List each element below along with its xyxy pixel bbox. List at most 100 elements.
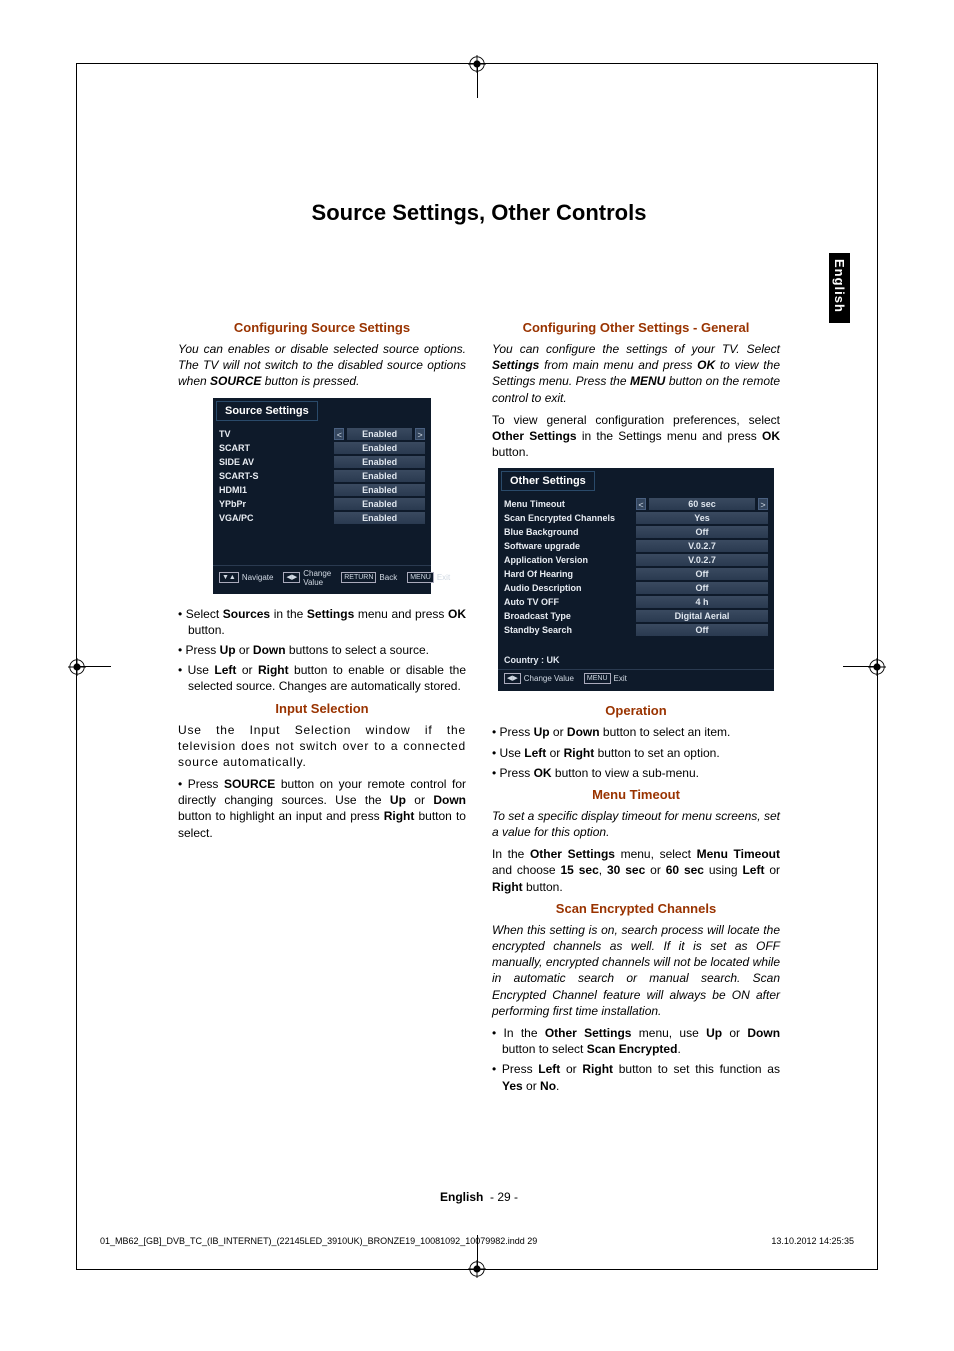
osd-row-value: Off: [636, 568, 768, 580]
osd-other-settings: Other Settings Menu Timeout<60 sec>Scan …: [498, 468, 774, 691]
osd-row-value: Enabled: [347, 428, 412, 440]
osd-footer-key: ◀▶Change Value: [504, 673, 574, 684]
operation-instructions: Press Up or Down button to select an ite…: [492, 724, 780, 781]
registration-mark-icon: [468, 1260, 486, 1278]
page-number: English - 29 -: [178, 1190, 780, 1204]
heading-menu-timeout: Menu Timeout: [492, 787, 780, 802]
heading-input-selection: Input Selection: [178, 701, 466, 716]
osd-row-label: YPbPr: [219, 499, 334, 509]
osd-row-label: VGA/PC: [219, 513, 334, 523]
list-item: Press OK button to view a sub-menu.: [492, 765, 780, 781]
key-icon: RETURN: [341, 572, 376, 583]
osd-value-wrap: <Enabled>: [334, 428, 425, 440]
osd-footer-key: ◀▶Change Value: [283, 569, 331, 587]
osd-country: Country : UK: [498, 651, 774, 669]
osd-row-value: Enabled: [334, 498, 425, 510]
timeout-intro: To set a specific display timeout for me…: [492, 808, 780, 840]
osd-row-label: HDMI1: [219, 485, 334, 495]
osd-value-wrap: V.0.2.7: [636, 540, 768, 552]
osd-row-value: V.0.2.7: [636, 540, 768, 552]
chevron-right-icon: >: [415, 428, 425, 440]
osd-row-label: Hard Of Hearing: [504, 569, 636, 579]
list-item: Press Left or Right button to set this f…: [492, 1061, 780, 1093]
list-item: Use Left or Right button to set an optio…: [492, 745, 780, 761]
osd-footer-label: Back: [379, 573, 397, 582]
list-item: In the Other Settings menu, use Up or Do…: [492, 1025, 780, 1057]
registration-mark-icon: [868, 658, 886, 676]
osd-value-wrap: Enabled: [334, 442, 425, 454]
osd-row: HDMI1Enabled: [213, 483, 431, 497]
heading-operation: Operation: [492, 703, 780, 718]
osd-value-wrap: Off: [636, 568, 768, 580]
osd-value-wrap: Enabled: [334, 456, 425, 468]
osd-row-value: V.0.2.7: [636, 554, 768, 566]
osd-value-wrap: Off: [636, 526, 768, 538]
osd-footer: ◀▶Change Value MENUExit: [498, 669, 774, 687]
osd-row: YPbPrEnabled: [213, 497, 431, 511]
page-body: Source Settings, Other Controls Configur…: [178, 200, 780, 1098]
scan-intro: When this setting is on, search process …: [492, 922, 780, 1019]
osd-row-value: Off: [636, 526, 768, 538]
osd-source-settings: Source Settings TV<Enabled>SCARTEnabledS…: [213, 398, 431, 594]
registration-mark-icon: [468, 55, 486, 73]
osd-value-wrap: <60 sec>: [636, 498, 768, 510]
osd-row: SCARTEnabled: [213, 441, 431, 455]
osd-row: TV<Enabled>: [213, 427, 431, 441]
osd-value-wrap: Digital Aerial: [636, 610, 768, 622]
osd-row-value: Enabled: [334, 442, 425, 454]
list-item: Press Up or Down buttons to select a sou…: [178, 642, 466, 658]
osd-row: Menu Timeout<60 sec>: [498, 497, 774, 511]
input-selection-p2: • Press SOURCE button on your remote con…: [178, 776, 466, 841]
osd-row-value: 60 sec: [649, 498, 755, 510]
other-intro: You can configure the settings of your T…: [492, 341, 780, 406]
source-instructions: Select Sources in the Settings menu and …: [178, 606, 466, 695]
osd-value-wrap: V.0.2.7: [636, 554, 768, 566]
osd-value-wrap: Yes: [636, 512, 768, 524]
osd-row: Auto TV OFF4 h: [498, 595, 774, 609]
osd-value-wrap: Enabled: [334, 498, 425, 510]
osd-row-label: SCART-S: [219, 471, 334, 481]
osd-row: SIDE AVEnabled: [213, 455, 431, 469]
osd-row-label: Application Version: [504, 555, 636, 565]
list-item: Use Left or Right button to enable or di…: [178, 662, 466, 694]
osd-value-wrap: Enabled: [334, 484, 425, 496]
osd-value-wrap: 4 h: [636, 596, 768, 608]
osd-row-label: Software upgrade: [504, 541, 636, 551]
osd-row-label: SIDE AV: [219, 457, 334, 467]
osd-row-value: Off: [636, 582, 768, 594]
osd-title: Source Settings: [216, 401, 318, 421]
osd-row-label: Scan Encrypted Channels: [504, 513, 636, 523]
scan-instructions: In the Other Settings menu, use Up or Do…: [492, 1025, 780, 1094]
heading-configuring-source: Configuring Source Settings: [178, 320, 466, 335]
osd-row-value: Yes: [636, 512, 768, 524]
osd-row-label: Standby Search: [504, 625, 636, 635]
osd-row: Application VersionV.0.2.7: [498, 553, 774, 567]
osd-row-label: Blue Background: [504, 527, 636, 537]
osd-row: Standby SearchOff: [498, 623, 774, 637]
source-intro: You can enables or disable selected sour…: [178, 341, 466, 390]
footer-file: 01_MB62_[GB]_DVB_TC_(IB_INTERNET)_(22145…: [100, 1236, 537, 1246]
osd-row: VGA/PCEnabled: [213, 511, 431, 525]
osd-footer-key: MENUExit: [407, 569, 450, 587]
osd-row-label: Broadcast Type: [504, 611, 636, 621]
heading-scan-encrypted: Scan Encrypted Channels: [492, 901, 780, 916]
list-item: Select Sources in the Settings menu and …: [178, 606, 466, 638]
osd-row: Scan Encrypted ChannelsYes: [498, 511, 774, 525]
osd-footer-label: Exit: [614, 674, 627, 683]
osd-row-label: TV: [219, 429, 334, 439]
page-number-value: - 29 -: [490, 1190, 518, 1204]
footer-meta: 01_MB62_[GB]_DVB_TC_(IB_INTERNET)_(22145…: [100, 1236, 854, 1246]
chevron-left-icon: <: [636, 498, 646, 510]
footer-date: 13.10.2012 14:25:35: [771, 1236, 854, 1246]
osd-row-label: Audio Description: [504, 583, 636, 593]
osd-row: Blue BackgroundOff: [498, 525, 774, 539]
osd-row: Hard Of HearingOff: [498, 567, 774, 581]
key-icon: MENU: [584, 673, 611, 684]
osd-row-label: Menu Timeout: [504, 499, 636, 509]
osd-row-value: Enabled: [334, 456, 425, 468]
osd-row-value: Enabled: [334, 484, 425, 496]
registration-mark-icon: [68, 658, 86, 676]
osd-row: Software upgradeV.0.2.7: [498, 539, 774, 553]
input-selection-p1: Use the Input Selection window if the te…: [178, 722, 466, 771]
key-icon: ▼▲: [219, 572, 239, 583]
